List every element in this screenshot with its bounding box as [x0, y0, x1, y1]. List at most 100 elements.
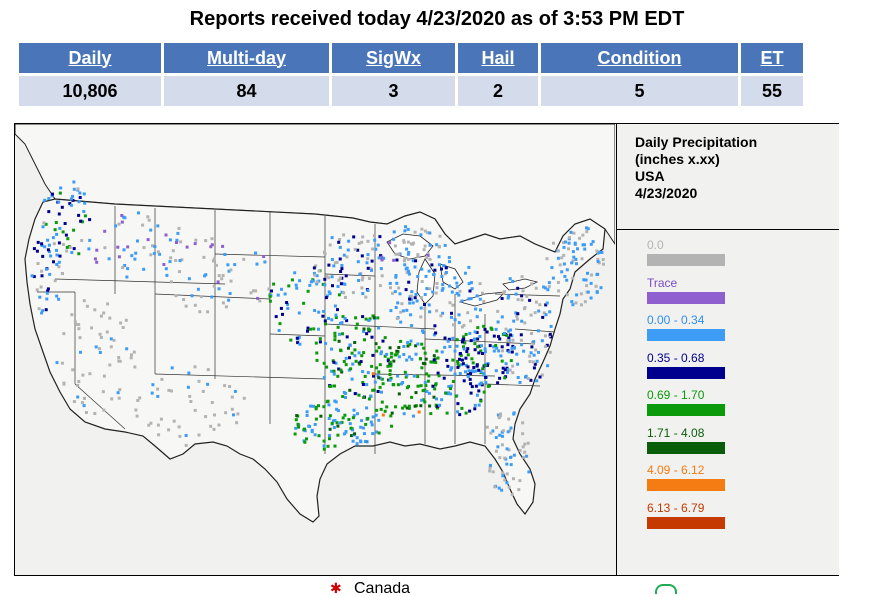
report-dot: [353, 392, 357, 396]
report-dot: [322, 439, 326, 443]
report-dot: [193, 408, 197, 412]
report-dot: [36, 262, 40, 265]
report-dot: [456, 410, 460, 414]
report-dot: [313, 273, 317, 277]
report-dot: [146, 215, 150, 219]
report-dot: [372, 388, 376, 392]
condition-link[interactable]: Condition: [598, 48, 682, 68]
report-dot: [511, 279, 515, 283]
report-dot: [343, 282, 347, 286]
report-dot: [227, 298, 231, 302]
report-dot: [361, 276, 365, 280]
report-dot: [53, 279, 57, 283]
report-dot: [366, 257, 370, 261]
report-dot: [204, 239, 208, 243]
report-dot: [68, 245, 72, 249]
report-dot: [483, 347, 487, 351]
report-dot: [182, 298, 186, 301]
report-dot: [347, 418, 351, 421]
report-dot: [474, 307, 478, 311]
report-dot: [530, 345, 534, 349]
report-dot: [469, 319, 472, 323]
report-dot: [177, 425, 181, 429]
report-dot: [322, 376, 326, 380]
report-dot: [293, 271, 297, 275]
us-precipitation-map[interactable]: [15, 124, 615, 575]
report-dot: [365, 332, 369, 336]
report-dot: [601, 258, 605, 261]
report-dot: [458, 357, 461, 361]
report-dot: [448, 301, 452, 305]
report-dot: [55, 253, 59, 257]
report-dot: [53, 228, 57, 232]
report-dot: [422, 248, 426, 252]
report-dot: [149, 253, 153, 257]
report-dot: [59, 186, 63, 190]
report-dot: [371, 247, 375, 251]
report-dot: [484, 380, 488, 384]
report-dot: [344, 392, 348, 395]
report-dot: [168, 260, 172, 264]
report-dot: [584, 278, 588, 282]
report-dot: [482, 390, 486, 394]
report-dot: [156, 423, 160, 427]
report-dot: [437, 255, 441, 259]
report-dot: [338, 332, 341, 336]
multi-day-count: 84: [164, 76, 329, 106]
report-dot: [378, 284, 382, 288]
report-dot: [501, 429, 505, 433]
mexico-outline-icon[interactable]: [655, 584, 677, 594]
report-dot: [385, 352, 389, 356]
report-dot: [500, 359, 504, 363]
report-dot: [349, 367, 353, 371]
report-dot: [520, 298, 524, 302]
report-dot: [38, 295, 42, 299]
report-dot: [189, 400, 193, 403]
report-dot: [188, 394, 192, 398]
report-dot: [537, 309, 541, 313]
multi-day-link[interactable]: Multi-day: [207, 48, 286, 68]
report-dot: [77, 323, 81, 327]
report-dot: [516, 376, 520, 379]
report-dot: [406, 240, 410, 244]
report-dot: [152, 252, 156, 256]
report-dot: [107, 257, 111, 261]
report-dot: [336, 308, 339, 312]
report-dot: [338, 238, 342, 241]
report-dot: [110, 397, 114, 401]
report-dot: [409, 313, 413, 317]
report-dot: [212, 257, 216, 261]
report-dot: [114, 224, 118, 228]
et-link[interactable]: ET: [760, 48, 783, 68]
report-dot: [389, 364, 393, 368]
report-dot: [363, 432, 366, 436]
report-dot: [361, 370, 365, 374]
report-dot: [481, 367, 485, 371]
report-dot: [313, 433, 317, 437]
report-dot: [480, 344, 483, 348]
report-dot: [464, 370, 467, 374]
legend-color-swatch: [647, 441, 725, 454]
report-dot: [197, 379, 201, 383]
report-dot: [570, 300, 574, 304]
report-dot: [385, 405, 389, 409]
canada-label[interactable]: Canada: [354, 582, 410, 594]
report-dot: [578, 236, 582, 240]
report-dot: [501, 474, 505, 478]
report-dot: [167, 388, 171, 392]
report-dot: [369, 420, 373, 424]
report-dot: [522, 349, 526, 353]
report-dot: [272, 282, 276, 286]
report-dot: [403, 263, 407, 267]
header-cell-daily: Daily: [19, 43, 161, 73]
report-dot: [179, 240, 183, 244]
hail-link[interactable]: Hail: [481, 48, 514, 68]
report-dot: [69, 197, 73, 201]
report-dot: [495, 426, 499, 429]
report-dot: [421, 329, 424, 333]
report-dot: [344, 295, 347, 299]
report-dot: [103, 246, 107, 250]
report-dot: [323, 252, 327, 256]
daily-link[interactable]: Daily: [68, 48, 111, 68]
sigwx-link[interactable]: SigWx: [366, 48, 421, 68]
